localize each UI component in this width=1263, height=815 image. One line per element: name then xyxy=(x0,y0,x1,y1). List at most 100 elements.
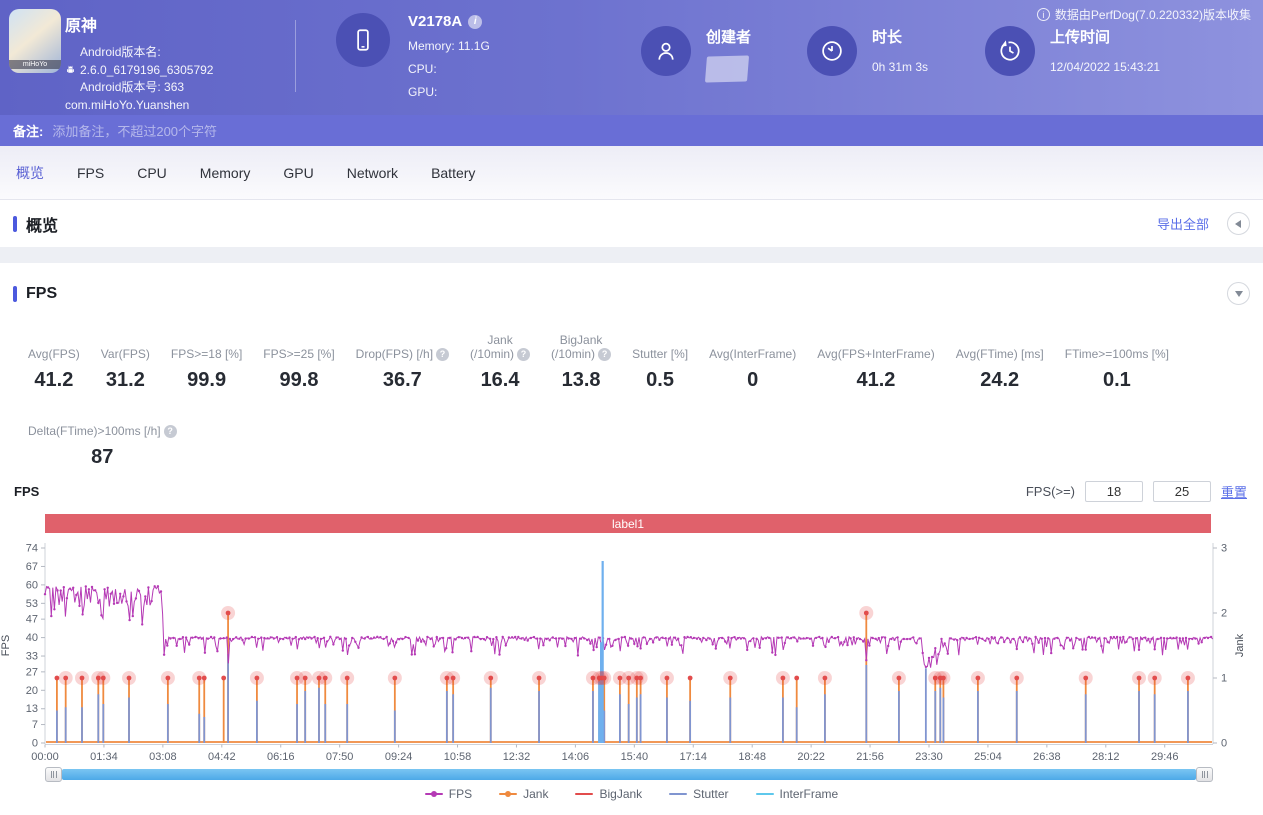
section-gap xyxy=(0,247,1263,263)
svg-text:17:14: 17:14 xyxy=(679,751,707,763)
metric: Var(FPS) 31.2 xyxy=(101,331,150,392)
collapse-fps-button[interactable] xyxy=(1227,282,1250,305)
export-all-link[interactable]: 导出全部 xyxy=(1157,214,1209,233)
tab-FPS[interactable]: FPS xyxy=(77,165,104,181)
svg-text:47: 47 xyxy=(26,614,38,626)
fps-chart[interactable]: 0713202733404753606774012300:0001:3403:0… xyxy=(0,536,1263,764)
svg-text:15:40: 15:40 xyxy=(621,751,649,763)
device-cpu: CPU: xyxy=(408,62,490,76)
tab-GPU[interactable]: GPU xyxy=(283,165,313,181)
metric-value: 0.5 xyxy=(632,369,688,392)
legend-jank[interactable]: Jank xyxy=(499,787,548,801)
metric-value: 13.8 xyxy=(551,369,611,392)
svg-text:67: 67 xyxy=(26,561,38,573)
device-model: V2178A xyxy=(408,13,462,30)
tab-Network[interactable]: Network xyxy=(347,165,398,181)
duration-label: 时长 xyxy=(872,26,928,47)
metric: Avg(FPS+InterFrame)41.2 xyxy=(817,331,934,392)
metric: FTime>=100ms [%] 0.1 xyxy=(1065,331,1169,392)
upload-time-label: 上传时间 xyxy=(1050,26,1160,47)
metric-label: (/10min) xyxy=(470,347,514,361)
legend-bigjank[interactable]: BigJank xyxy=(575,787,642,801)
svg-text:04:42: 04:42 xyxy=(208,751,236,763)
svg-text:25:04: 25:04 xyxy=(974,751,1002,763)
accent-bar xyxy=(13,286,17,302)
android-icon xyxy=(65,64,76,76)
metric-value: 87 xyxy=(28,446,177,469)
duration-value: 0h 31m 3s xyxy=(872,60,928,74)
metric-label: (/10min) xyxy=(551,347,595,361)
metric-value: 31.2 xyxy=(101,369,150,392)
duration-icon-circle xyxy=(807,26,857,76)
metric-label: FPS>=25 [%] xyxy=(263,347,334,361)
metric: Jank(/10min)? 16.4 xyxy=(470,331,530,392)
device-info-icon[interactable]: i xyxy=(468,15,482,29)
metric-label: Var(FPS) xyxy=(101,347,150,361)
fps-delta-metrics-row: Delta(FTime)>100ms [/h]? 87 xyxy=(28,408,1263,469)
legend-marker xyxy=(756,793,774,795)
legend-stutter[interactable]: Stutter xyxy=(669,787,728,801)
help-icon[interactable]: ? xyxy=(436,348,449,361)
metric-value: 16.4 xyxy=(470,369,530,392)
metric: Stutter [%]0.5 xyxy=(632,331,688,392)
tab-CPU[interactable]: CPU xyxy=(137,165,167,181)
device-gpu: GPU: xyxy=(408,85,490,99)
note-input[interactable]: 备注: 添加备注，不超过200个字符 xyxy=(0,115,1263,146)
metric: BigJank(/10min)?13.8 xyxy=(551,331,611,392)
metric: Avg(InterFrame)0 xyxy=(709,331,796,392)
svg-text:01:34: 01:34 xyxy=(90,751,118,763)
metric-value: 99.8 xyxy=(263,369,334,392)
clock-icon xyxy=(819,38,845,64)
legend-fps[interactable]: FPS xyxy=(425,787,472,801)
tab-Memory[interactable]: Memory xyxy=(200,165,251,181)
legend-label: FPS xyxy=(449,787,472,801)
perfdog-version-note: i 数据由PerfDog(7.0.220332)版本收集 xyxy=(1037,6,1251,23)
reset-link[interactable]: 重置 xyxy=(1221,482,1247,501)
tab-Battery[interactable]: Battery xyxy=(431,165,475,181)
metric-label: Avg(FPS) xyxy=(28,347,80,361)
scrollbar-track[interactable] xyxy=(62,769,1196,780)
app-package: com.miHoYo.Yuanshen xyxy=(65,97,213,115)
metric: Drop(FPS) [/h]?36.7 xyxy=(356,331,449,392)
svg-text:33: 33 xyxy=(26,651,38,663)
legend-interframe[interactable]: InterFrame xyxy=(756,787,839,801)
metric: Avg(FTime) [ms]24.2 xyxy=(956,331,1044,392)
help-icon[interactable]: ? xyxy=(598,348,611,361)
android-version-name: 2.6.0_6179196_6305792 xyxy=(80,62,213,80)
svg-text:23:30: 23:30 xyxy=(915,751,943,763)
metric: Avg(FPS) 41.2 xyxy=(28,331,80,392)
collapse-overview-button[interactable] xyxy=(1227,212,1250,235)
fps-threshold-label: FPS(>=) xyxy=(1026,484,1075,499)
overview-section-header: 概览 导出全部 xyxy=(0,200,1263,247)
metric-label: Jank xyxy=(487,333,512,347)
help-icon[interactable]: ? xyxy=(517,348,530,361)
svg-text:29:46: 29:46 xyxy=(1151,751,1179,763)
fps-threshold-max-input[interactable] xyxy=(1153,481,1211,502)
svg-text:26:38: 26:38 xyxy=(1033,751,1061,763)
svg-text:40: 40 xyxy=(26,632,38,644)
scrollbar-left-handle[interactable] xyxy=(45,767,62,782)
metric-value: 41.2 xyxy=(28,369,80,392)
tab-概览[interactable]: 概览 xyxy=(16,163,44,183)
metric-value: 36.7 xyxy=(356,369,449,392)
fps-threshold-min-input[interactable] xyxy=(1085,481,1143,502)
app-icon-watermark: miHoYo xyxy=(9,60,61,69)
metric-value: 0.1 xyxy=(1065,369,1169,392)
legend-marker xyxy=(575,793,593,795)
metric-value: 99.9 xyxy=(171,369,242,392)
scrollbar-right-handle[interactable] xyxy=(1196,767,1213,782)
svg-text:53: 53 xyxy=(26,598,38,610)
help-icon[interactable]: ? xyxy=(164,425,177,438)
svg-text:00:00: 00:00 xyxy=(31,751,59,763)
svg-text:1: 1 xyxy=(1221,673,1227,685)
metric-label: FTime>=100ms [%] xyxy=(1065,347,1169,361)
svg-text:09:24: 09:24 xyxy=(385,751,413,763)
creator-label: 创建者 xyxy=(706,26,751,47)
legend-marker xyxy=(499,793,517,795)
chevron-down-icon xyxy=(1235,291,1243,301)
metric-label: Avg(InterFrame) xyxy=(709,347,796,361)
metric-label: Delta(FTime)>100ms [/h] xyxy=(28,424,161,438)
svg-text:10:58: 10:58 xyxy=(444,751,472,763)
device-memory: Memory: 11.1G xyxy=(408,39,490,53)
chart-scrollbar xyxy=(45,767,1213,782)
